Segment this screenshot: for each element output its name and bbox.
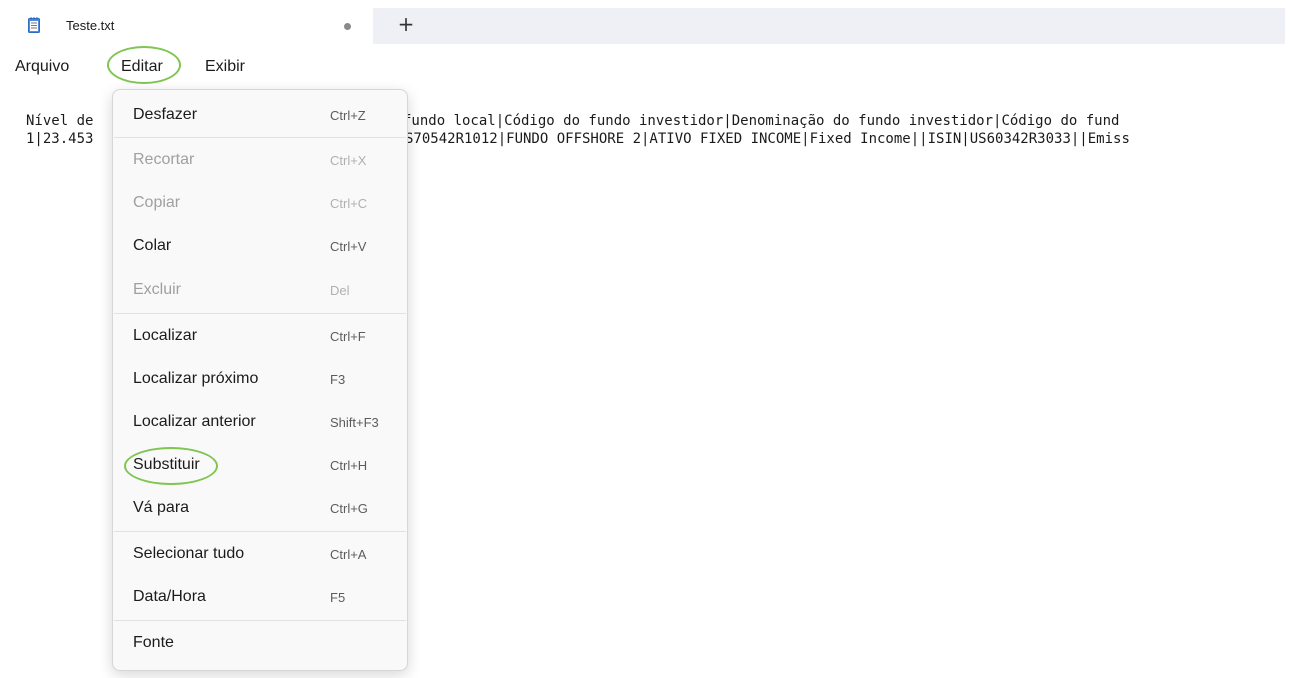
menu-item-shortcut: Ctrl+G [330, 501, 368, 516]
menu-item-label: Desfazer [133, 106, 198, 123]
menu-item-label: Localizar anterior [133, 413, 256, 430]
menu-item-shortcut: Del [330, 283, 350, 298]
menu-item-colar[interactable]: Colar Ctrl+V [113, 226, 407, 268]
menu-item-excluir[interactable]: Excluir Del [113, 270, 407, 312]
tab-teste[interactable]: Teste.txt [8, 8, 373, 44]
tab-bar: Teste.txt + [8, 8, 1285, 44]
menu-item-label: Copiar [133, 194, 181, 211]
menu-item-substituir[interactable]: Substituir Ctrl+H [113, 445, 407, 487]
menu-item-label: Localizar próximo [133, 370, 259, 387]
menu-item-shortcut: Ctrl+X [330, 153, 367, 168]
menu-separator [114, 313, 406, 314]
menu-item-copiar[interactable]: Copiar Ctrl+C [113, 183, 407, 225]
editor-line-2-start: 1|23.453 [26, 131, 94, 147]
menu-bar: Arquivo Editar Exibir [8, 52, 1285, 84]
menu-item-shortcut: F3 [330, 372, 346, 387]
menu-item-label: Substituir [133, 456, 200, 473]
menu-item-recortar[interactable]: Recortar Ctrl+X [113, 140, 407, 182]
menu-item-label: Data/Hora [133, 588, 206, 605]
menu-item-shortcut: Ctrl+V [330, 239, 367, 254]
menu-item-shortcut: Shift+F3 [330, 415, 379, 430]
menu-separator [114, 620, 406, 621]
menu-separator [114, 137, 406, 138]
menu-item-shortcut: Ctrl+C [330, 196, 368, 211]
menu-item-localizar-proximo[interactable]: Localizar próximo F3 [113, 359, 407, 401]
menu-item-shortcut: F5 [330, 590, 346, 605]
menu-item-shortcut: Ctrl+F [330, 329, 366, 344]
menu-item-selecionar-tudo[interactable]: Selecionar tudo Ctrl+A [113, 534, 407, 576]
notepad-icon [28, 17, 40, 33]
edit-menu-dropdown: Desfazer Ctrl+Z Recortar Ctrl+X Copiar C… [112, 89, 408, 671]
tab-title: Teste.txt [66, 18, 115, 33]
menu-item-label: Colar [133, 237, 172, 254]
menu-exibir[interactable]: Exibir [205, 58, 245, 76]
menu-item-label: Fonte [133, 634, 174, 651]
menu-item-desfazer[interactable]: Desfazer Ctrl+Z [113, 95, 407, 137]
editor-line-1-end: fundo local|Código do fundo investidor|D… [403, 113, 1120, 129]
menu-item-label: Excluir [133, 281, 182, 298]
menu-item-label: Vá para [133, 499, 190, 516]
menu-item-label: Selecionar tudo [133, 545, 245, 562]
notepad-window: Teste.txt + Arquivo Editar Exibir Nível … [8, 8, 1285, 678]
menu-item-shortcut: Ctrl+H [330, 458, 368, 473]
menu-arquivo[interactable]: Arquivo [15, 58, 69, 76]
menu-item-shortcut: Ctrl+Z [330, 108, 366, 123]
menu-item-label: Recortar [133, 151, 195, 168]
menu-item-localizar-anterior[interactable]: Localizar anterior Shift+F3 [113, 402, 407, 444]
menu-item-data-hora[interactable]: Data/Hora F5 [113, 577, 407, 619]
menu-item-va-para[interactable]: Vá para Ctrl+G [113, 488, 407, 530]
unsaved-dot-icon[interactable] [344, 23, 351, 30]
menu-item-label: Localizar [133, 327, 198, 344]
menu-item-fonte[interactable]: Fonte [113, 623, 407, 665]
menu-item-localizar[interactable]: Localizar Ctrl+F [113, 316, 407, 358]
editor-line-2-end: S70542R1012|FUNDO OFFSHORE 2|ATIVO FIXED… [405, 131, 1130, 147]
editor-line-1-start: Nível de [26, 113, 94, 129]
menu-separator [114, 531, 406, 532]
menu-editar[interactable]: Editar [121, 58, 163, 76]
new-tab-button[interactable]: + [394, 13, 418, 37]
menu-item-shortcut: Ctrl+A [330, 547, 367, 562]
